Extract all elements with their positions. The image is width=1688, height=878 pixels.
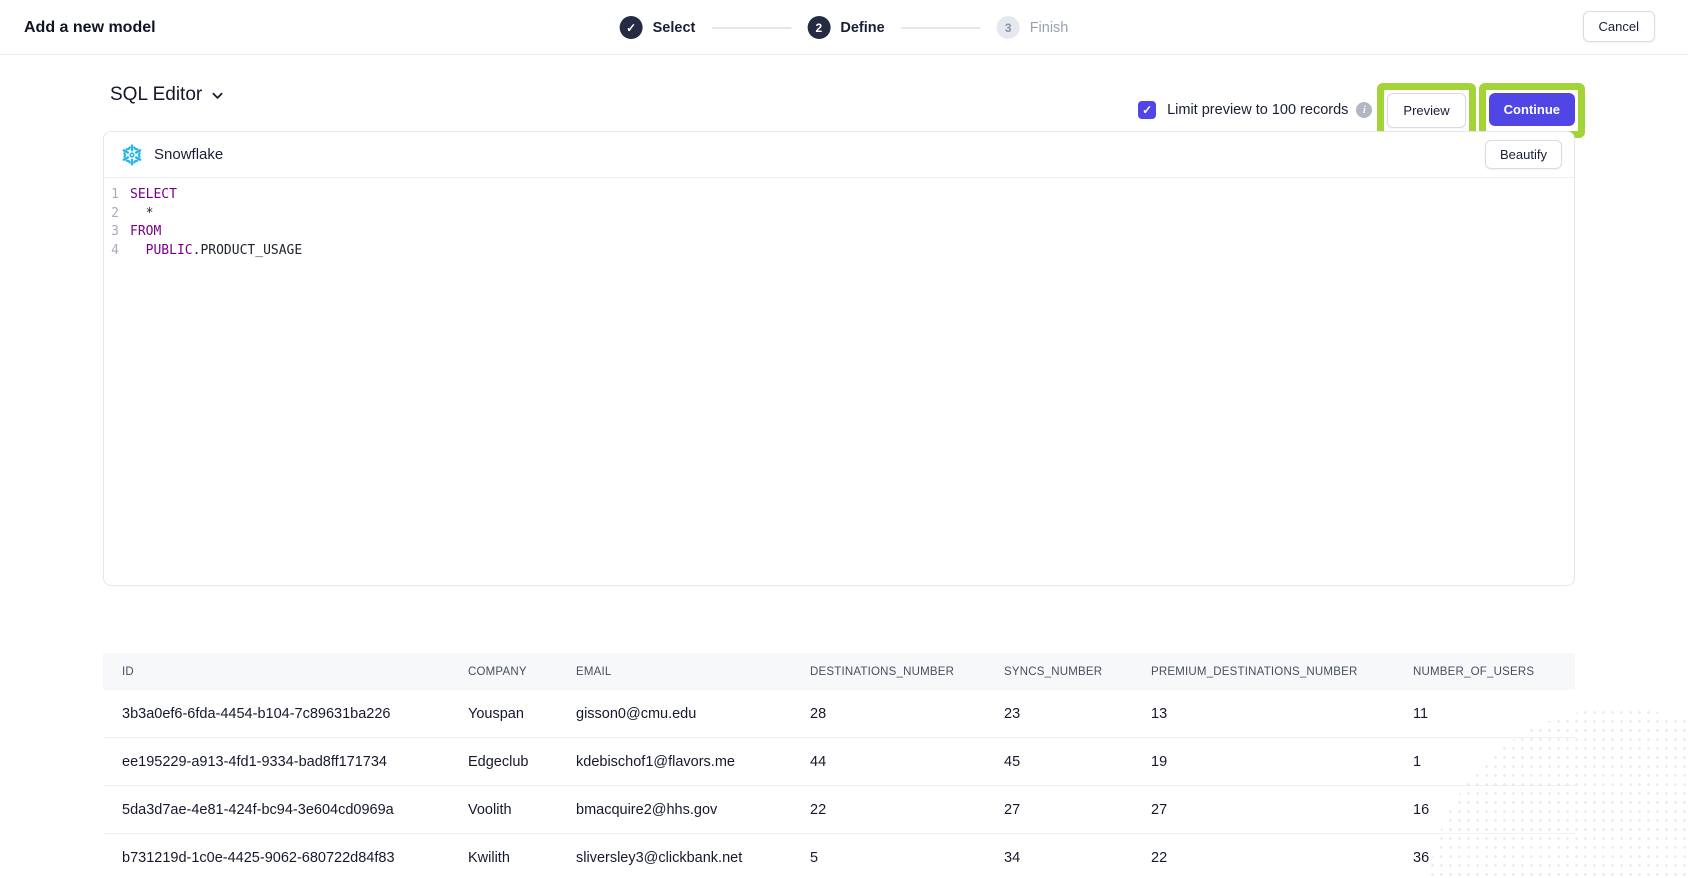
code-line: 2 *	[104, 205, 1574, 224]
editor-type-dropdown[interactable]: SQL Editor	[110, 84, 225, 106]
column-header: NUMBER_OF_USERS	[1413, 666, 1575, 678]
line-number: 3	[104, 223, 130, 242]
page-title: Add a new model	[24, 0, 156, 55]
column-header: COMPANY	[468, 666, 576, 678]
table-cell: 27	[1151, 802, 1413, 818]
code-line: 3FROM	[104, 223, 1574, 242]
chevron-down-icon	[210, 88, 225, 103]
code-text: FROM	[130, 223, 161, 242]
column-header: SYNCS_NUMBER	[1004, 666, 1151, 678]
table-cell: 22	[1151, 850, 1413, 866]
results-table-body: 3b3a0ef6-6fda-4454-b104-7c89631ba226Yous…	[103, 690, 1575, 878]
step-indicator: 2	[807, 16, 830, 39]
stepper-step-finish: 3 Finish	[997, 16, 1069, 39]
sql-editor-panel: Snowflake Beautify 1SELECT2 *3FROM4 PUBL…	[103, 131, 1575, 586]
source-name: Snowflake	[154, 146, 223, 163]
table-cell: 36	[1413, 850, 1575, 866]
table-row: 5da3d7ae-4e81-424f-bc94-3e604cd0969aVool…	[103, 786, 1575, 834]
step-connector	[711, 27, 791, 29]
table-cell: 16	[1413, 802, 1575, 818]
step-indicator: ✓	[620, 16, 643, 39]
check-icon: ✓	[626, 22, 636, 34]
sql-code-editor[interactable]: 1SELECT2 *3FROM4 PUBLIC.PRODUCT_USAGE	[104, 178, 1574, 260]
column-header: DESTINATIONS_NUMBER	[810, 666, 1004, 678]
column-header: ID	[103, 666, 468, 678]
preview-controls: ✓ Limit preview to 100 records i Preview…	[1138, 82, 1585, 138]
table-cell: sliversley3@clickbank.net	[576, 850, 810, 866]
table-cell: 5	[810, 850, 1004, 866]
column-header: PREMIUM_DESTINATIONS_NUMBER	[1151, 666, 1413, 678]
cancel-button[interactable]: Cancel	[1583, 11, 1655, 42]
limit-preview-checkbox[interactable]: ✓	[1138, 101, 1156, 119]
code-text: *	[130, 205, 153, 224]
column-header: EMAIL	[576, 666, 810, 678]
code-segment	[130, 243, 146, 258]
code-segment: FROM	[130, 224, 161, 239]
continue-button[interactable]: Continue	[1489, 93, 1575, 126]
code-line: 1SELECT	[104, 186, 1574, 205]
top-bar: Add a new model ✓ Select 2 Define 3 Finish Ca…	[0, 0, 1688, 55]
step-connector	[901, 27, 981, 29]
table-cell: Voolith	[468, 802, 576, 818]
table-cell: b731219d-1c0e-4425-9062-680722d84f83	[103, 850, 468, 866]
step-label: Define	[840, 20, 884, 36]
table-cell: 19	[1151, 754, 1413, 770]
table-cell: Edgeclub	[468, 754, 576, 770]
limit-preview-label: Limit preview to 100 records	[1167, 102, 1348, 118]
add-model-page: Add a new model ✓ Select 2 Define 3 Finish Ca…	[0, 0, 1688, 878]
table-row: b731219d-1c0e-4425-9062-680722d84f83Kwil…	[103, 834, 1575, 878]
table-cell: Kwilith	[468, 850, 576, 866]
check-icon: ✓	[1142, 103, 1152, 117]
results-table: IDCOMPANYEMAILDESTINATIONS_NUMBERSYNCS_N…	[103, 653, 1575, 878]
table-row: ee195229-a913-4fd1-9334-bad8ff171734Edge…	[103, 738, 1575, 786]
line-number: 1	[104, 186, 130, 205]
snowflake-logo-icon	[120, 143, 144, 167]
table-cell: 22	[810, 802, 1004, 818]
preview-button[interactable]: Preview	[1387, 93, 1465, 128]
wizard-stepper: ✓ Select 2 Define 3 Finish	[620, 0, 1069, 55]
code-segment: .PRODUCT_USAGE	[193, 243, 303, 258]
code-text: SELECT	[130, 186, 177, 205]
code-segment: SELECT	[130, 187, 177, 202]
code-line: 4 PUBLIC.PRODUCT_USAGE	[104, 242, 1574, 261]
table-row: 3b3a0ef6-6fda-4454-b104-7c89631ba226Yous…	[103, 690, 1575, 738]
table-cell: 44	[810, 754, 1004, 770]
code-segment: *	[130, 206, 153, 221]
continue-button-highlight: Continue	[1479, 83, 1585, 138]
table-cell: bmacquire2@hhs.gov	[576, 802, 810, 818]
annotation-highlight-group: Preview Continue	[1377, 83, 1585, 138]
table-cell: ee195229-a913-4fd1-9334-bad8ff171734	[103, 754, 468, 770]
info-icon[interactable]: i	[1356, 102, 1372, 118]
table-cell: 5da3d7ae-4e81-424f-bc94-3e604cd0969a	[103, 802, 468, 818]
table-cell: 27	[1004, 802, 1151, 818]
table-cell: 11	[1413, 706, 1575, 722]
table-cell: kdebischof1@flavors.me	[576, 754, 810, 770]
table-cell: gisson0@cmu.edu	[576, 706, 810, 722]
stepper-step-define: 2 Define	[807, 16, 884, 39]
editor-type-label: SQL Editor	[110, 84, 202, 106]
preview-button-highlight: Preview	[1377, 83, 1475, 138]
table-cell: 45	[1004, 754, 1151, 770]
step-label: Finish	[1030, 20, 1069, 36]
sql-panel-header: Snowflake Beautify	[104, 132, 1574, 178]
code-text: PUBLIC.PRODUCT_USAGE	[130, 242, 302, 261]
table-cell: 28	[810, 706, 1004, 722]
results-table-header: IDCOMPANYEMAILDESTINATIONS_NUMBERSYNCS_N…	[103, 653, 1575, 690]
stepper-step-select: ✓ Select	[620, 16, 696, 39]
table-cell: 23	[1004, 706, 1151, 722]
code-segment: PUBLIC	[146, 243, 193, 258]
table-cell: 1	[1413, 754, 1575, 770]
step-indicator: 3	[997, 16, 1020, 39]
step-label: Select	[653, 20, 696, 36]
table-cell: 34	[1004, 850, 1151, 866]
table-cell: Youspan	[468, 706, 576, 722]
line-number: 2	[104, 205, 130, 224]
beautify-button[interactable]: Beautify	[1485, 140, 1562, 169]
table-cell: 13	[1151, 706, 1413, 722]
table-cell: 3b3a0ef6-6fda-4454-b104-7c89631ba226	[103, 706, 468, 722]
line-number: 4	[104, 242, 130, 261]
